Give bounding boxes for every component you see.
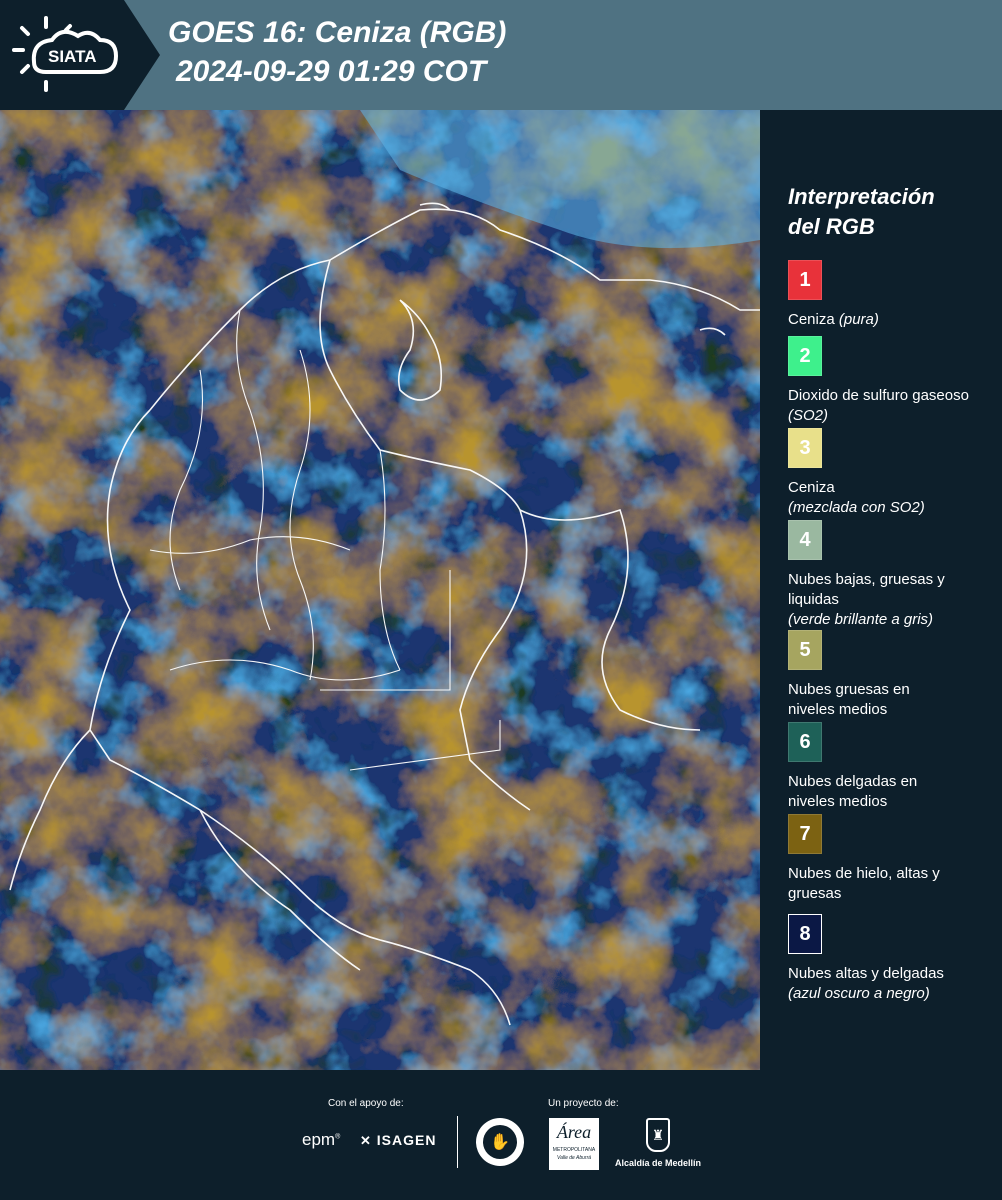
legend-item-label: Nubes gruesas en niveles medios <box>788 680 948 720</box>
legend-title-line2: del RGB <box>788 214 875 239</box>
legend-item-note: (azul oscuro a negro) <box>788 985 930 1002</box>
legend-swatch: 8 <box>788 914 822 954</box>
legend-item-label: Nubes delgadas en niveles medios <box>788 772 948 812</box>
legend-swatch: 3 <box>788 428 822 468</box>
legend-item-3: 3 Ceniza (mezclada con SO2) <box>788 428 998 518</box>
legend-item-text: Nubes bajas, gruesas y liquidas <box>788 571 945 608</box>
legend-item-8: 8 Nubes altas y delgadas (azul oscuro a n… <box>788 914 998 1004</box>
legend-item-text: Ceniza <box>788 479 835 496</box>
legend-item-label: Nubes de hielo, altas y gruesas <box>788 864 970 904</box>
legend-swatch: 5 <box>788 630 822 670</box>
alcaldia-logo-text: Alcaldía de Medellín <box>614 1158 702 1168</box>
legend-item-label: Nubes altas y delgadas (azul oscuro a neg… <box>788 964 998 1004</box>
legend-item-note: (SO2) <box>788 407 829 424</box>
medellin-shield-icon: ♜ <box>646 1118 670 1152</box>
satellite-image <box>0 110 760 1070</box>
area-metropolitana-logo: Área METROPOLITANA Valle de Aburrá <box>549 1118 599 1170</box>
legend-item-7: 7 Nubes de hielo, altas y gruesas <box>788 814 998 904</box>
legend-title: Interpretación del RGB <box>788 182 988 242</box>
legend-item-1: 1 Ceniza (pura) <box>788 260 998 330</box>
legend-swatch: 7 <box>788 814 822 854</box>
legend-item-label: Ceniza (pura) <box>788 310 998 330</box>
legend-item-note: (verde brillante a gris) <box>788 611 934 628</box>
alcaldia-logo: ♜ Alcaldía de Medellín <box>612 1118 704 1168</box>
page-datetime: 2024-09-29 01:29 COT <box>176 55 487 88</box>
legend-item-text: Ceniza <box>788 311 835 328</box>
legend-item-note: (mezclada con SO2) <box>788 499 925 516</box>
footer-divider <box>457 1116 458 1168</box>
isagen-mark-icon: ✕ <box>360 1133 372 1148</box>
area-logo-main: Área <box>556 1122 592 1142</box>
legend-item-2: 2 Dioxido de sulfuro gaseoso (SO2) <box>788 336 998 426</box>
legend-item-text: Nubes gruesas en niveles medios <box>788 681 910 718</box>
legend-item-text: Nubes de hielo, altas y gruesas <box>788 865 940 902</box>
legend-item-text: Dioxido de sulfuro gaseoso <box>788 387 969 404</box>
header: SIATA GOES 16: Ceniza (RGB) 2024-09-29 0… <box>0 0 1002 110</box>
support-label: Con el apoyo de: <box>328 1098 404 1109</box>
area-logo-sub: METROPOLITANA <box>552 1147 596 1153</box>
legend-item-6: 6 Nubes delgadas en niveles medios <box>788 722 998 812</box>
legend-item-label: Dioxido de sulfuro gaseoso (SO2) <box>788 386 978 426</box>
antioquia-seal: ✋ <box>476 1118 524 1166</box>
siata-logo: SIATA <box>12 16 119 92</box>
legend-item-label: Ceniza (mezclada con SO2) <box>788 478 998 518</box>
area-logo-tag: Valle de Aburrá <box>556 1155 592 1161</box>
seal-emblem-icon: ✋ <box>483 1125 517 1159</box>
isagen-logo: ✕ ISAGEN <box>360 1132 436 1149</box>
legend-item-label: Nubes bajas, gruesas y liquidas (verde br… <box>788 570 970 630</box>
siata-logo-block: SIATA <box>0 0 160 110</box>
legend-swatch: 6 <box>788 722 822 762</box>
legend-item-text: Nubes delgadas en niveles medios <box>788 773 918 810</box>
legend-item-4: 4 Nubes bajas, gruesas y liquidas (verde … <box>788 520 998 630</box>
legend-swatch: 4 <box>788 520 822 560</box>
epm-logo-text: epm <box>302 1130 336 1149</box>
siata-logo-text: SIATA <box>48 47 96 66</box>
legend-item-text: Nubes altas y delgadas <box>788 965 944 982</box>
legend-panel: Interpretación del RGB 1 Ceniza (pura) 2… <box>760 110 1002 1070</box>
legend-title-line1: Interpretación <box>788 184 935 209</box>
legend-item-5: 5 Nubes gruesas en niveles medios <box>788 630 998 720</box>
page-title: GOES 16: Ceniza (RGB) <box>168 16 507 49</box>
project-label: Un proyecto de: <box>548 1098 619 1109</box>
legend-swatch: 2 <box>788 336 822 376</box>
isagen-logo-text: ISAGEN <box>376 1132 437 1148</box>
satellite-map-svg <box>0 110 760 1070</box>
legend-item-note: (pura) <box>838 311 879 328</box>
epm-logo: epm® <box>302 1130 341 1149</box>
footer: Con el apoyo de: Un proyecto de: epm® ✕ … <box>0 1070 1002 1200</box>
legend-swatch: 1 <box>788 260 822 300</box>
